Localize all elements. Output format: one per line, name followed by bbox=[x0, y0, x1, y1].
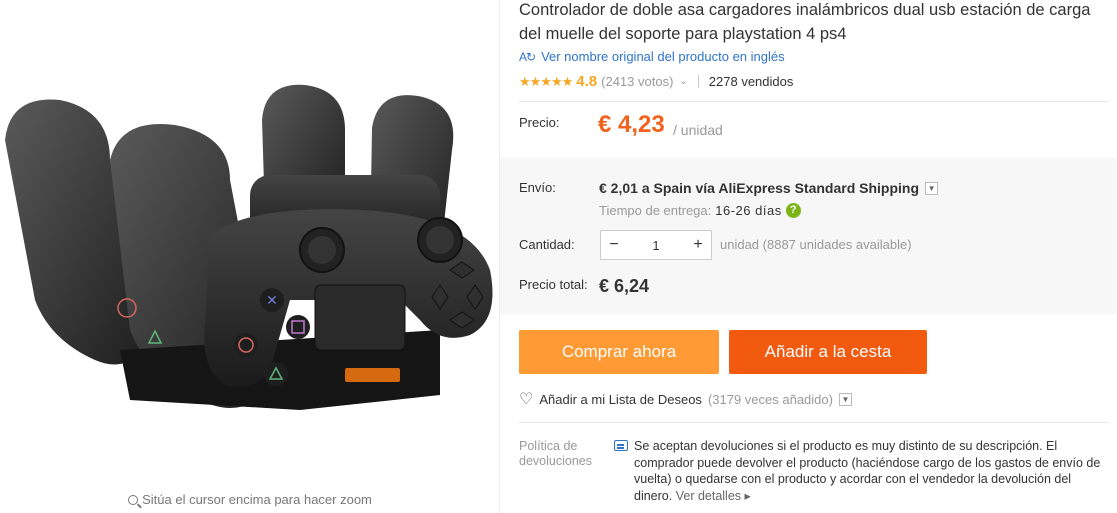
price-value: € 4,23 bbox=[598, 111, 665, 138]
increment-button[interactable]: + bbox=[685, 236, 711, 254]
wishlist-count: (3179 veces añadido) bbox=[707, 391, 833, 407]
divider bbox=[519, 422, 1109, 423]
return-policy-icon bbox=[614, 440, 628, 451]
wishlist-label[interactable]: Añadir a mi Lista de Deseos bbox=[539, 392, 702, 407]
rating-value: 4.8 bbox=[576, 73, 598, 90]
zoom-hint: Sitúa el cursor encima para hacer zoom bbox=[0, 492, 500, 507]
product-details: Controlador de doble asa cargadores inal… bbox=[500, 0, 1117, 513]
price-unit: / unidad bbox=[673, 122, 723, 138]
product-image[interactable]: ✕ bbox=[0, 0, 500, 480]
original-name-label[interactable]: Ver nombre original del producto en ingl… bbox=[541, 49, 785, 64]
help-icon[interactable]: ? bbox=[785, 203, 801, 218]
sold-count: 2278 vendidos bbox=[708, 74, 794, 89]
return-policy-label: Política de devoluciones bbox=[519, 439, 592, 468]
original-name-link[interactable]: A↻ Ver nombre original del producto en i… bbox=[519, 49, 785, 64]
chevron-down-icon[interactable]: ▼ bbox=[838, 392, 852, 406]
price-label: Precio: bbox=[519, 115, 560, 130]
translate-icon: A↻ bbox=[519, 49, 536, 64]
delivery-days: 16-26 días bbox=[715, 203, 782, 218]
heart-icon: ♡ bbox=[519, 391, 534, 408]
quantity-label: Cantidad: bbox=[519, 237, 575, 252]
rating-row: ★★★★★ 4.8 (2413 votos) ⌄ 2278 vendidos bbox=[519, 73, 793, 90]
divider bbox=[697, 75, 699, 88]
svg-text:✕: ✕ bbox=[266, 292, 278, 308]
chevron-down-icon[interactable]: ⌄ bbox=[679, 76, 687, 87]
delivery-label: Tiempo de entrega: bbox=[599, 203, 712, 218]
quantity-input[interactable]: 1 bbox=[627, 238, 685, 253]
shipping-label: Envío: bbox=[519, 180, 556, 195]
wishlist-link[interactable]: ♡ Añadir a mi Lista de Deseos (3179 vece… bbox=[519, 389, 852, 409]
return-policy-text: Se aceptan devoluciones si el producto e… bbox=[634, 438, 1104, 504]
shipping-selector[interactable]: € 2,01 a Spain vía AliExpress Standard S… bbox=[599, 180, 939, 196]
decrement-button[interactable]: − bbox=[601, 236, 627, 254]
add-to-cart-button[interactable]: Añadir a la cesta bbox=[729, 330, 927, 374]
policy-details-link[interactable]: Ver detalles ▸ bbox=[676, 489, 751, 503]
rating-stars-icon: ★★★★★ bbox=[519, 73, 573, 89]
delivery-time: Tiempo de entrega: 16-26 días ? bbox=[599, 203, 801, 218]
product-gallery: ✕ Sitúa el cursor encima para hacer zoom bbox=[0, 0, 500, 513]
votes-count[interactable]: (2413 votos) bbox=[601, 74, 673, 89]
shipping-value[interactable]: € 2,01 a Spain vía AliExpress Standard S… bbox=[599, 180, 919, 196]
chevron-down-icon[interactable]: ▼ bbox=[925, 181, 939, 195]
quantity-stepper: − 1 + bbox=[600, 230, 712, 260]
total-label: Precio total: bbox=[519, 277, 588, 292]
quantity-available: unidad (8887 unidades available) bbox=[720, 237, 912, 252]
buy-now-button[interactable]: Comprar ahora bbox=[519, 330, 719, 374]
divider bbox=[519, 101, 1109, 102]
product-title: Controlador de doble asa cargadores inal… bbox=[519, 1, 1091, 43]
total-value: € 6,24 bbox=[599, 276, 650, 296]
magnifier-icon bbox=[128, 495, 139, 505]
